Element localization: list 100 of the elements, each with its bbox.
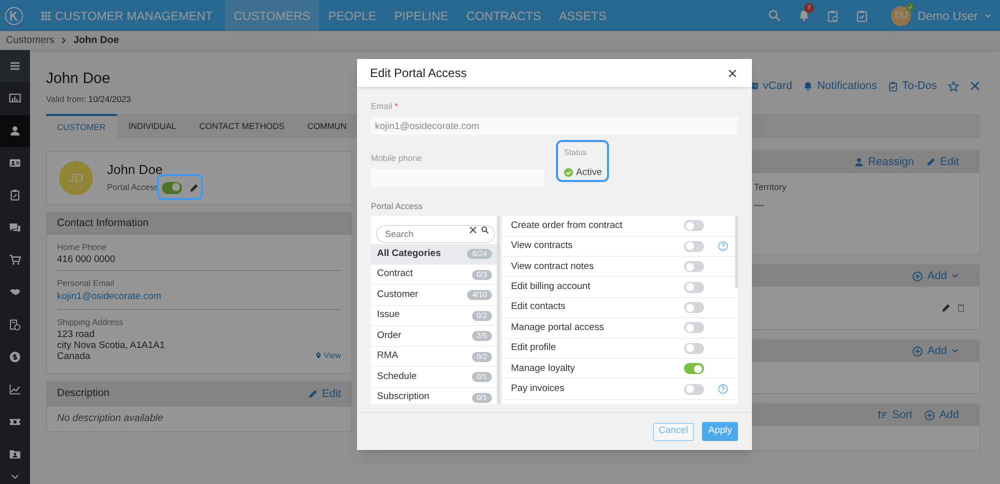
action-link[interactable]: Add bbox=[912, 343, 959, 360]
action-link[interactable]: Notifications bbox=[803, 78, 878, 94]
permission-label: View contract notes bbox=[511, 260, 595, 274]
toggle-switch[interactable] bbox=[684, 363, 704, 374]
field-label: Status bbox=[564, 146, 588, 159]
sidebar-button[interactable] bbox=[0, 114, 30, 147]
breadcrumb-link[interactable]: Customers bbox=[6, 33, 54, 48]
plus-circle-icon bbox=[912, 346, 924, 357]
person-icon bbox=[854, 157, 864, 168]
user-name[interactable]: Demo User bbox=[917, 6, 978, 24]
folder-icon bbox=[9, 448, 21, 460]
highlight-frame bbox=[157, 174, 203, 200]
toggle-switch[interactable] bbox=[684, 282, 704, 293]
field-label: Email bbox=[371, 101, 392, 111]
breadcrumb-current: John Doe bbox=[73, 34, 119, 48]
search-icon bbox=[481, 226, 489, 234]
bar-chart-icon bbox=[9, 92, 21, 104]
action-link[interactable]: Sort bbox=[877, 407, 912, 424]
action-link[interactable]: Reassign bbox=[854, 154, 914, 170]
page-title: John Doe bbox=[46, 69, 112, 89]
close-icon bbox=[970, 81, 980, 92]
plus-circle-icon bbox=[924, 410, 936, 421]
card-title: Description bbox=[57, 386, 111, 402]
clear-icon bbox=[469, 226, 477, 234]
field-label: Territory bbox=[754, 181, 788, 194]
field-label: Shipping Address bbox=[57, 316, 124, 329]
check-circle-icon bbox=[564, 168, 573, 178]
trash-icon bbox=[957, 303, 965, 314]
pencil-icon bbox=[941, 303, 951, 314]
caret-down-icon bbox=[951, 347, 959, 356]
permission-label: Manage loyalty bbox=[511, 362, 576, 376]
close-icon bbox=[728, 68, 736, 78]
plus-circle-icon bbox=[912, 270, 924, 282]
toggle-switch[interactable] bbox=[684, 322, 704, 334]
user-avatar: DU bbox=[891, 6, 912, 26]
toggle-switch[interactable] bbox=[684, 261, 704, 272]
nav-tab[interactable]: PIPELINE bbox=[385, 0, 458, 31]
nav-tab[interactable]: ASSETS bbox=[550, 0, 616, 31]
action-link[interactable]: Add bbox=[912, 268, 959, 284]
person-icon bbox=[9, 124, 21, 137]
clipboard-icon bbox=[9, 189, 21, 202]
email-field[interactable]: kojin1@osidecorate.com bbox=[371, 117, 738, 136]
status-value: Active bbox=[576, 166, 602, 180]
grid-icon bbox=[41, 10, 51, 20]
sort-icon bbox=[877, 410, 888, 420]
menu-icon bbox=[9, 60, 21, 72]
toggle-switch[interactable] bbox=[684, 220, 704, 232]
pencil-icon bbox=[188, 182, 198, 193]
star-icon bbox=[948, 80, 959, 92]
field-value: 416 000 0000 bbox=[57, 254, 116, 265]
toggle-switch[interactable] bbox=[684, 302, 704, 313]
caret-down-icon bbox=[951, 272, 959, 280]
logo-icon bbox=[5, 6, 23, 24]
permission-label: Create order from contract bbox=[511, 218, 624, 233]
field-value: 123 road bbox=[57, 328, 96, 340]
help-icon bbox=[718, 241, 728, 252]
map-link[interactable]: View bbox=[314, 350, 341, 362]
nav-tab[interactable]: CONTRACTS bbox=[457, 0, 550, 31]
customer-name: John Doe bbox=[107, 162, 163, 178]
toggle-switch[interactable] bbox=[684, 240, 704, 252]
field-label: Mobile phone bbox=[371, 152, 424, 164]
field-value: Canada bbox=[57, 350, 92, 362]
toggle-switch[interactable] bbox=[162, 182, 182, 194]
help-icon bbox=[718, 384, 728, 394]
action-link[interactable]: Edit bbox=[308, 386, 341, 402]
tab[interactable]: CUSTOMER bbox=[46, 114, 116, 138]
field-label: Home Phone bbox=[57, 241, 108, 254]
pencil-icon bbox=[926, 157, 936, 168]
pencil-icon bbox=[308, 389, 318, 400]
card-title: Contact Information bbox=[57, 216, 149, 232]
portal-access-label: Portal Access bbox=[107, 181, 158, 194]
field-value: city Nova Scotia, A1A1A1 bbox=[57, 340, 166, 351]
sidebar-button[interactable] bbox=[0, 50, 30, 82]
online-check-icon bbox=[906, 2, 914, 10]
search-field[interactable]: Search bbox=[376, 225, 495, 244]
required-mark: * bbox=[394, 101, 398, 111]
action-link[interactable]: Add bbox=[924, 407, 959, 424]
description-text: No description available bbox=[56, 412, 164, 426]
permission-label: Edit contacts bbox=[511, 300, 566, 314]
app-title[interactable]: CUSTOMER MANAGEMENT bbox=[55, 6, 213, 24]
search-icon bbox=[768, 9, 782, 22]
chat-icon bbox=[9, 222, 21, 234]
field-value: — bbox=[754, 198, 765, 213]
nav-tab[interactable]: PEOPLE bbox=[319, 0, 386, 31]
permission-label: View contracts bbox=[511, 239, 574, 254]
action-link[interactable]: To-Dos bbox=[888, 78, 937, 94]
email-link[interactable]: kojin1@osidecorate.com bbox=[57, 290, 341, 304]
cancel-button[interactable]: Cancel bbox=[652, 422, 694, 440]
valid-from-text: Valid from: 10/24/2023 bbox=[46, 92, 131, 106]
permission-label: Manage portal access bbox=[511, 320, 605, 335]
initials-avatar: JD bbox=[59, 161, 93, 196]
action-link[interactable]: Edit bbox=[926, 154, 959, 170]
toggle-switch[interactable] bbox=[684, 384, 704, 395]
toggle-switch[interactable] bbox=[684, 342, 704, 354]
apply-button[interactable]: Apply bbox=[702, 422, 738, 441]
dollar-icon bbox=[9, 351, 21, 364]
clipboard-clock-icon bbox=[827, 8, 840, 22]
permission-label: Pay invoices bbox=[511, 382, 566, 396]
receipt-icon bbox=[9, 318, 21, 331]
map-pin-icon bbox=[314, 351, 322, 360]
